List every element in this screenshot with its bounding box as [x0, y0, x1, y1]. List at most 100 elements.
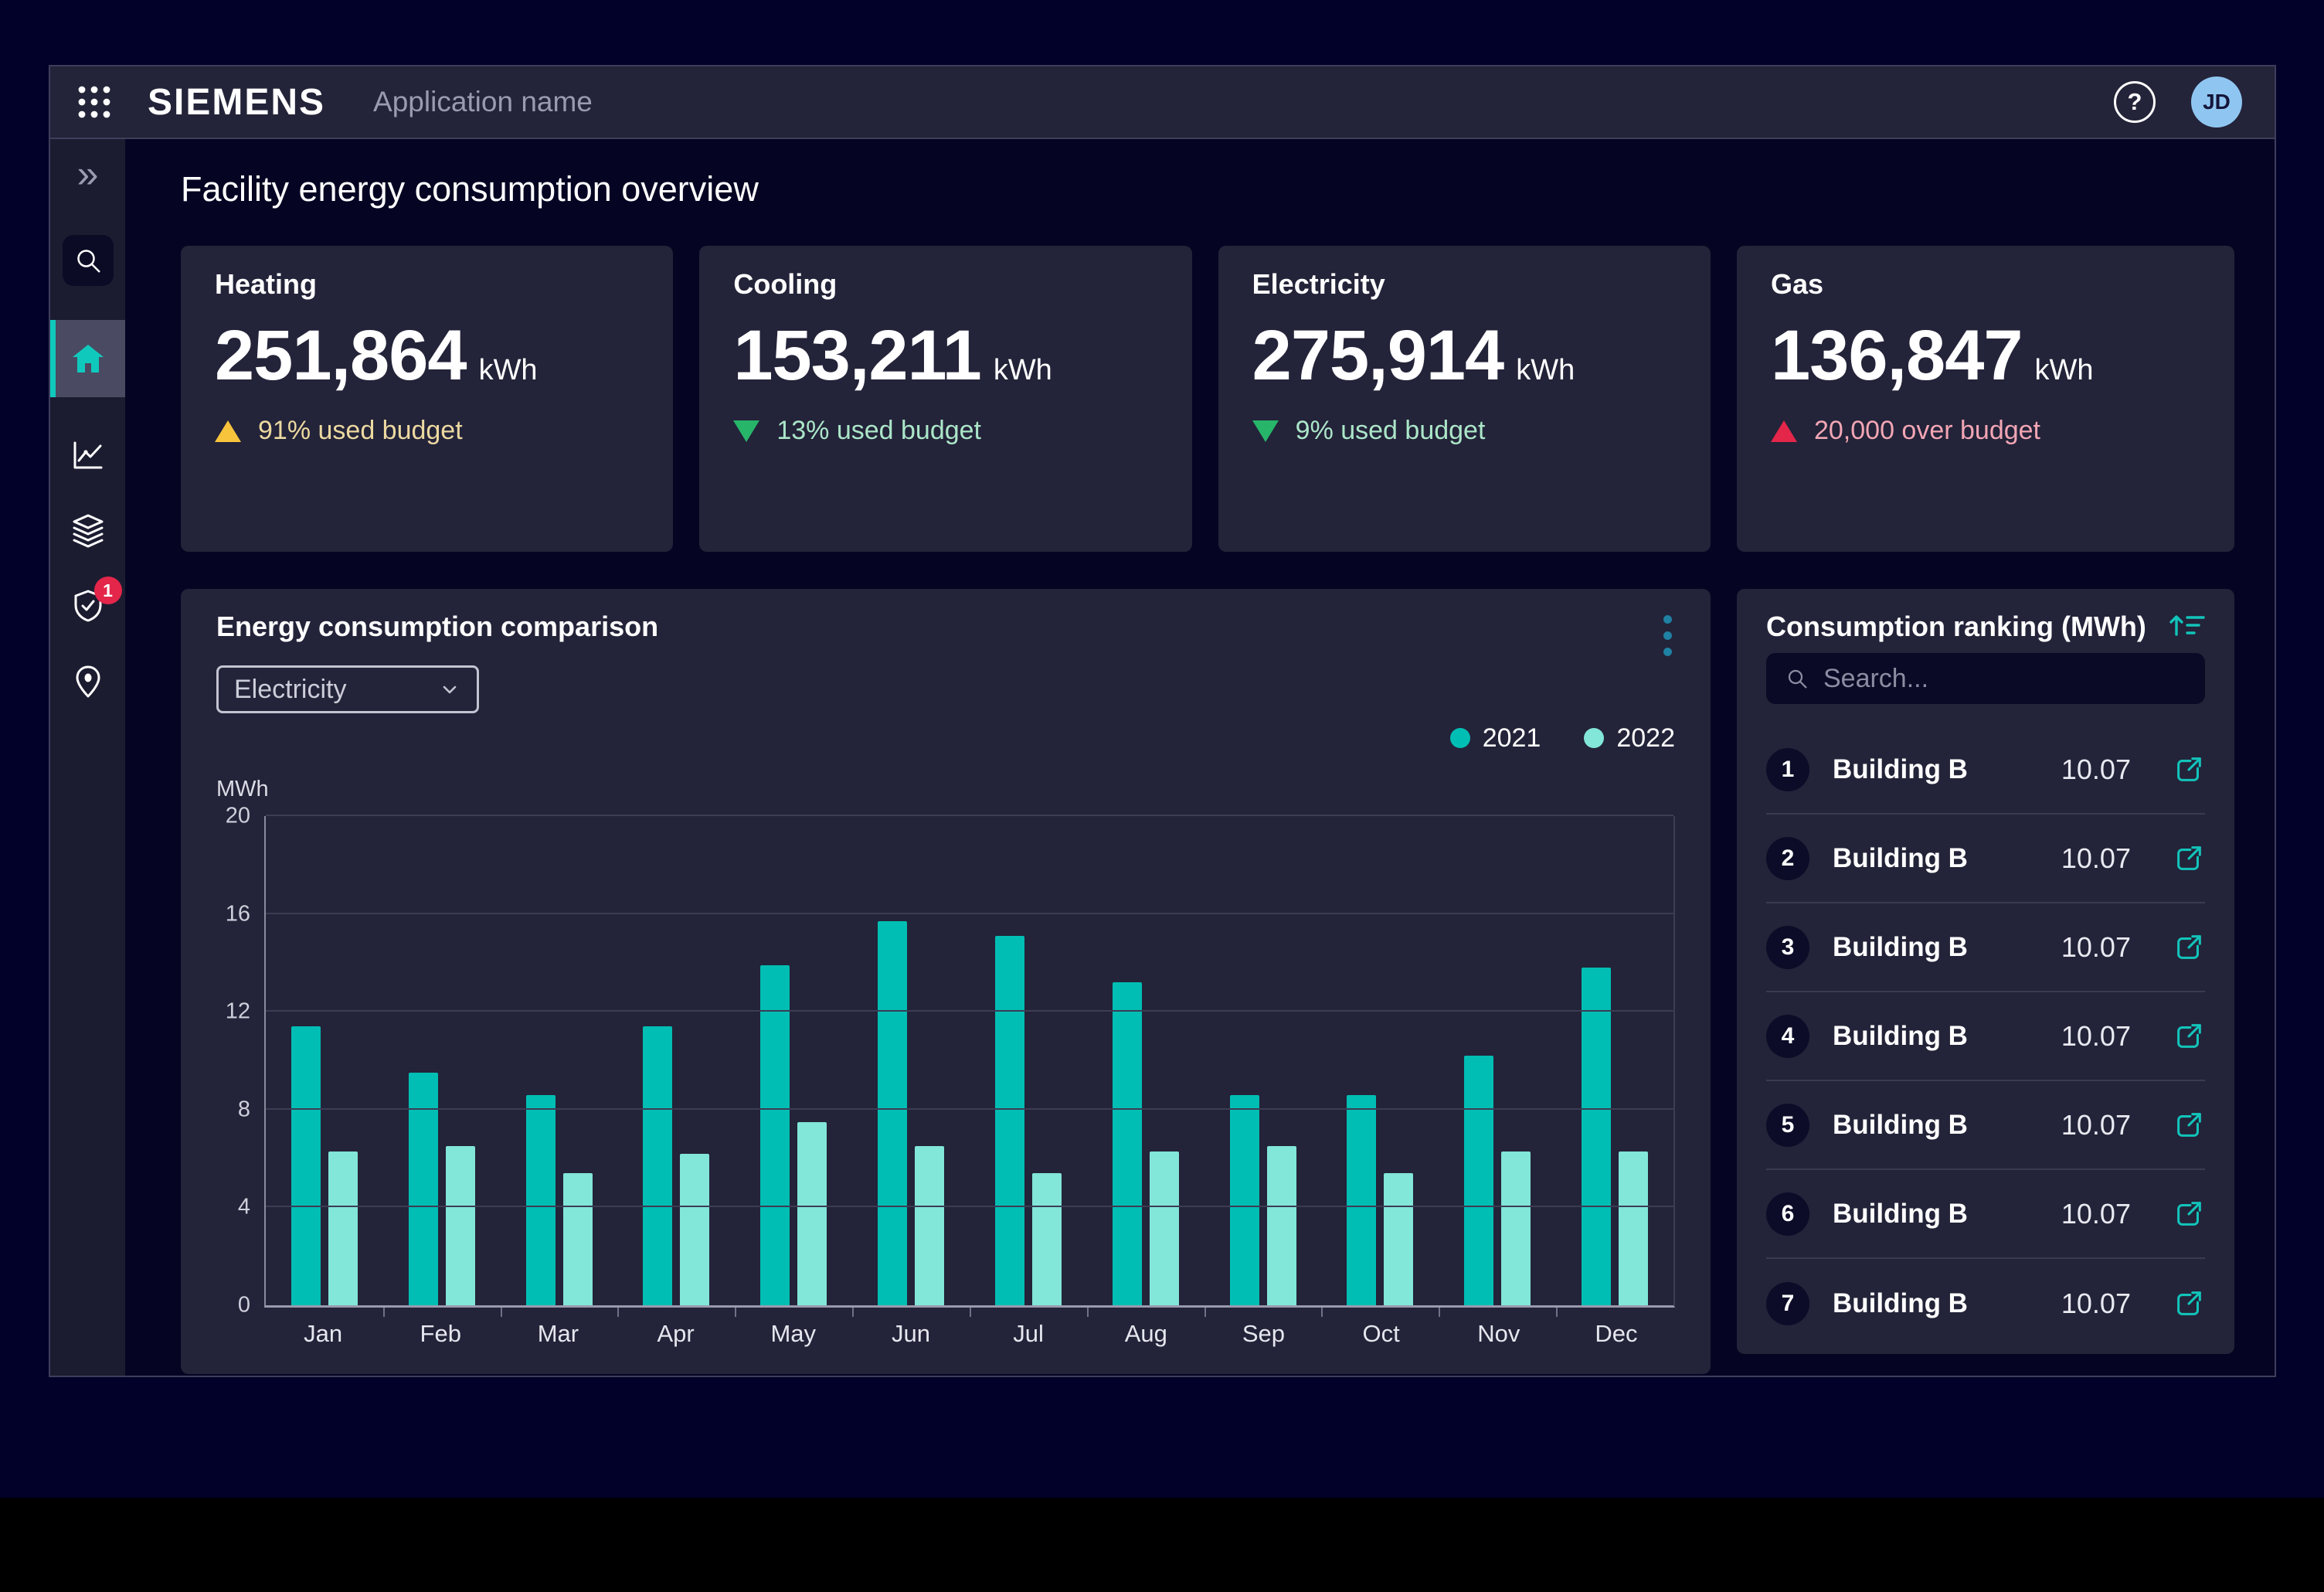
kpi-label: Heating [215, 269, 639, 300]
external-link-icon[interactable] [2173, 1109, 2205, 1141]
rank-number-badge: 7 [1766, 1282, 1809, 1325]
x-axis-tick [970, 1308, 971, 1317]
kpi-value: 251,864 [215, 319, 467, 393]
bar-2021-oct [1347, 1095, 1376, 1305]
ranking-row[interactable]: 6Building B10.07 [1766, 1170, 2205, 1259]
legend-label: 2021 [1483, 723, 1541, 753]
search-icon [73, 245, 104, 276]
kpi-card-cooling: Cooling153,211kWh13% used budget [699, 246, 1191, 552]
ranking-row[interactable]: 5Building B10.07 [1766, 1081, 2205, 1170]
bar-2021-mar [526, 1095, 556, 1305]
energy-type-select[interactable]: Electricity [216, 665, 479, 713]
legend-label: 2022 [1616, 723, 1675, 753]
x-tick-label: May [735, 1320, 852, 1348]
building-name: Building B [1833, 1288, 2038, 1319]
bar-2021-dec [1582, 968, 1611, 1305]
bar-2022-feb [446, 1146, 475, 1305]
search-icon [1785, 666, 1809, 691]
rank-number-badge: 5 [1766, 1104, 1809, 1147]
line-chart-icon [70, 436, 107, 473]
kpi-unit: kWh [479, 354, 538, 387]
kpi-status-text: 20,000 over budget [1814, 416, 2040, 446]
x-axis-tick [1204, 1308, 1206, 1317]
bar-group-oct [1321, 816, 1439, 1305]
legend-item-2022[interactable]: 2022 [1584, 723, 1675, 753]
x-tick-label: Oct [1323, 1320, 1440, 1348]
external-link-icon[interactable] [2173, 842, 2205, 875]
external-link-icon[interactable] [2173, 1198, 2205, 1230]
gridline-20 [266, 815, 1673, 816]
legend-item-2021[interactable]: 2021 [1450, 723, 1541, 753]
energy-comparison-card: Energy consumption comparison Electricit… [181, 589, 1711, 1374]
ranking-title: Consumption ranking (MWh) [1766, 611, 2146, 643]
kpi-status-text: 13% used budget [776, 416, 981, 446]
consumption-value: 10.07 [2061, 931, 2131, 964]
page-title: Facility energy consumption overview [181, 168, 2234, 210]
x-axis-tick [1439, 1308, 1440, 1317]
x-tick-label: Mar [499, 1320, 617, 1348]
application-name: Application name [373, 86, 593, 118]
bar-2022-jun [915, 1146, 944, 1305]
bar-2021-apr [643, 1026, 672, 1305]
x-tick-label: Feb [382, 1320, 499, 1348]
layers-icon [70, 512, 107, 549]
gridline-4 [266, 1206, 1673, 1207]
bar-2022-apr [680, 1154, 709, 1305]
ranking-search-input[interactable] [1823, 664, 2186, 694]
bar-2021-jun [878, 921, 907, 1305]
sort-ascending-icon[interactable] [2168, 611, 2205, 641]
bar-2022-sep [1267, 1146, 1296, 1305]
x-tick-label: Aug [1087, 1320, 1204, 1348]
external-link-icon[interactable] [2173, 753, 2205, 786]
ranking-row[interactable]: 4Building B10.07 [1766, 992, 2205, 1081]
bar-2021-jul [995, 936, 1024, 1305]
sidebar: » [50, 139, 125, 1376]
help-icon[interactable]: ? [2114, 81, 2156, 123]
bar-2022-aug [1150, 1151, 1179, 1305]
x-axis-tick [1556, 1308, 1558, 1317]
sidebar-item-home[interactable] [50, 320, 125, 397]
kpi-card-electricity: Electricity275,914kWh9% used budget [1218, 246, 1711, 552]
kpi-value: 136,847 [1771, 319, 2023, 393]
bar-group-sep [1204, 816, 1322, 1305]
external-link-icon[interactable] [2173, 931, 2205, 964]
gridline-16 [266, 913, 1673, 914]
kpi-unit: kWh [994, 354, 1052, 387]
main-content: Facility energy consumption overview Hea… [125, 139, 2275, 1376]
external-link-icon[interactable] [2173, 1020, 2205, 1053]
gridline-12 [266, 1010, 1673, 1012]
x-tick-label: Dec [1558, 1320, 1675, 1348]
sidebar-expand-chevrons-icon[interactable]: » [77, 155, 99, 193]
kpi-card-gas: Gas136,847kWh20,000 over budget [1737, 246, 2234, 552]
ranking-row[interactable]: 3Building B10.07 [1766, 903, 2205, 992]
bar-group-aug [1087, 816, 1204, 1305]
ranking-row[interactable]: 1Building B10.07 [1766, 726, 2205, 815]
trend-down-triangle-icon [733, 420, 759, 442]
x-axis-tick [383, 1308, 385, 1317]
bar-2022-jan [328, 1151, 358, 1305]
bar-group-mar [501, 816, 618, 1305]
bar-group-apr [617, 816, 735, 1305]
kpi-value: 275,914 [1252, 319, 1504, 393]
bar-chart-plot: 048121620 [264, 816, 1675, 1308]
bar-2022-may [797, 1122, 827, 1305]
chart-legend: 2021 2022 [216, 723, 1675, 753]
sidebar-item-analytics[interactable] [70, 436, 107, 473]
kebab-menu-icon[interactable] [1660, 611, 1675, 661]
sidebar-item-search[interactable] [63, 235, 114, 286]
legend-dot [1450, 728, 1470, 748]
x-tick-label: Apr [617, 1320, 735, 1348]
consumption-value: 10.07 [2061, 753, 2131, 786]
sidebar-item-locations[interactable] [70, 663, 107, 700]
sidebar-item-compliance[interactable]: 1 [70, 587, 107, 624]
consumption-value: 10.07 [2061, 1288, 2131, 1320]
bar-2021-may [760, 965, 790, 1305]
bar-group-dec [1556, 816, 1673, 1305]
app-switcher-waffle-icon[interactable] [76, 84, 112, 120]
ranking-row[interactable]: 7 Building B 10.07 [1766, 1259, 2205, 1348]
external-link-icon[interactable] [2173, 1288, 2205, 1320]
y-tick-label: 20 [226, 804, 250, 829]
sidebar-item-layers[interactable] [70, 512, 107, 549]
ranking-row[interactable]: 2Building B10.07 [1766, 815, 2205, 903]
avatar[interactable]: JD [2191, 77, 2242, 128]
